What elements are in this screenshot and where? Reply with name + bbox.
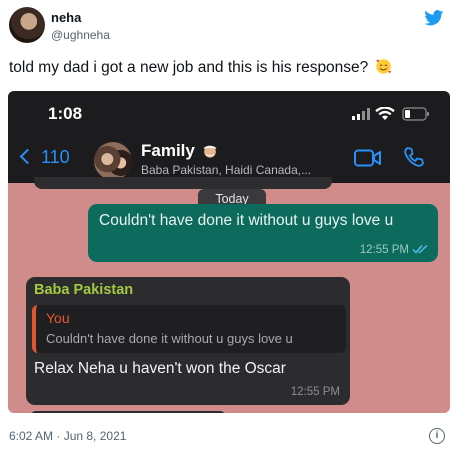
wifi-icon (375, 107, 395, 120)
man-with-turban-icon (203, 145, 217, 158)
tweet-timestamp[interactable]: 6:02 AM · Jun 8, 2021 (9, 429, 126, 443)
tweet-text-body: told my dad i got a new job and this is … (9, 59, 369, 76)
tweet-text: told my dad i got a new job and this is … (9, 58, 392, 77)
chevron-left-icon (19, 148, 36, 165)
group-members: Baba Pakistan, Haidi Canada,... (141, 163, 312, 177)
avatar[interactable] (9, 7, 45, 43)
incoming-message-text: Relax Neha u haven't won the Oscar (34, 360, 286, 377)
signal-icon (352, 108, 370, 120)
outgoing-message-meta: 12:55 PM (360, 244, 428, 256)
phone-call-icon[interactable] (403, 146, 425, 168)
status-icons (352, 107, 429, 121)
outgoing-message-text: Couldn't have done it without u guys lov… (99, 212, 394, 229)
embedded-screenshot[interactable]: 1:08 110 Family Baba Pakistan, Haidi Can… (8, 91, 450, 413)
chat-header: 1:08 110 Family Baba Pakistan, Haidi Can… (8, 91, 450, 183)
author-handle[interactable]: @ughneha (51, 28, 110, 42)
group-avatar[interactable] (94, 142, 132, 180)
group-title[interactable]: Family (141, 141, 219, 161)
group-name: Family (141, 141, 195, 160)
previous-message-bubble (34, 177, 332, 189)
outgoing-message-time: 12:55 PM (359, 244, 409, 256)
incoming-message[interactable]: Baba Pakistan You Couldn't have done it … (26, 277, 350, 405)
next-message-bubble (30, 411, 226, 413)
status-time: 1:08 (48, 104, 83, 123)
battery-icon (402, 107, 429, 121)
quoted-sender: You (46, 310, 70, 326)
back-button[interactable]: 110 (19, 147, 70, 168)
read-receipt-icon (412, 244, 428, 254)
quoted-reply[interactable]: You Couldn't have done it without u guys… (32, 305, 346, 353)
twitter-bird-icon[interactable] (424, 10, 444, 26)
info-icon[interactable]: i (429, 428, 445, 444)
smiling-face-with-hearts-icon (375, 59, 391, 74)
incoming-message-time: 12:55 PM (290, 386, 340, 398)
video-call-icon[interactable] (354, 149, 382, 167)
author-name[interactable]: neha (51, 10, 81, 25)
outgoing-message[interactable]: Couldn't have done it without u guys lov… (88, 204, 438, 262)
sender-name[interactable]: Baba Pakistan (34, 282, 133, 298)
back-count: 110 (41, 147, 70, 167)
quoted-text: Couldn't have done it without u guys lov… (46, 331, 293, 346)
